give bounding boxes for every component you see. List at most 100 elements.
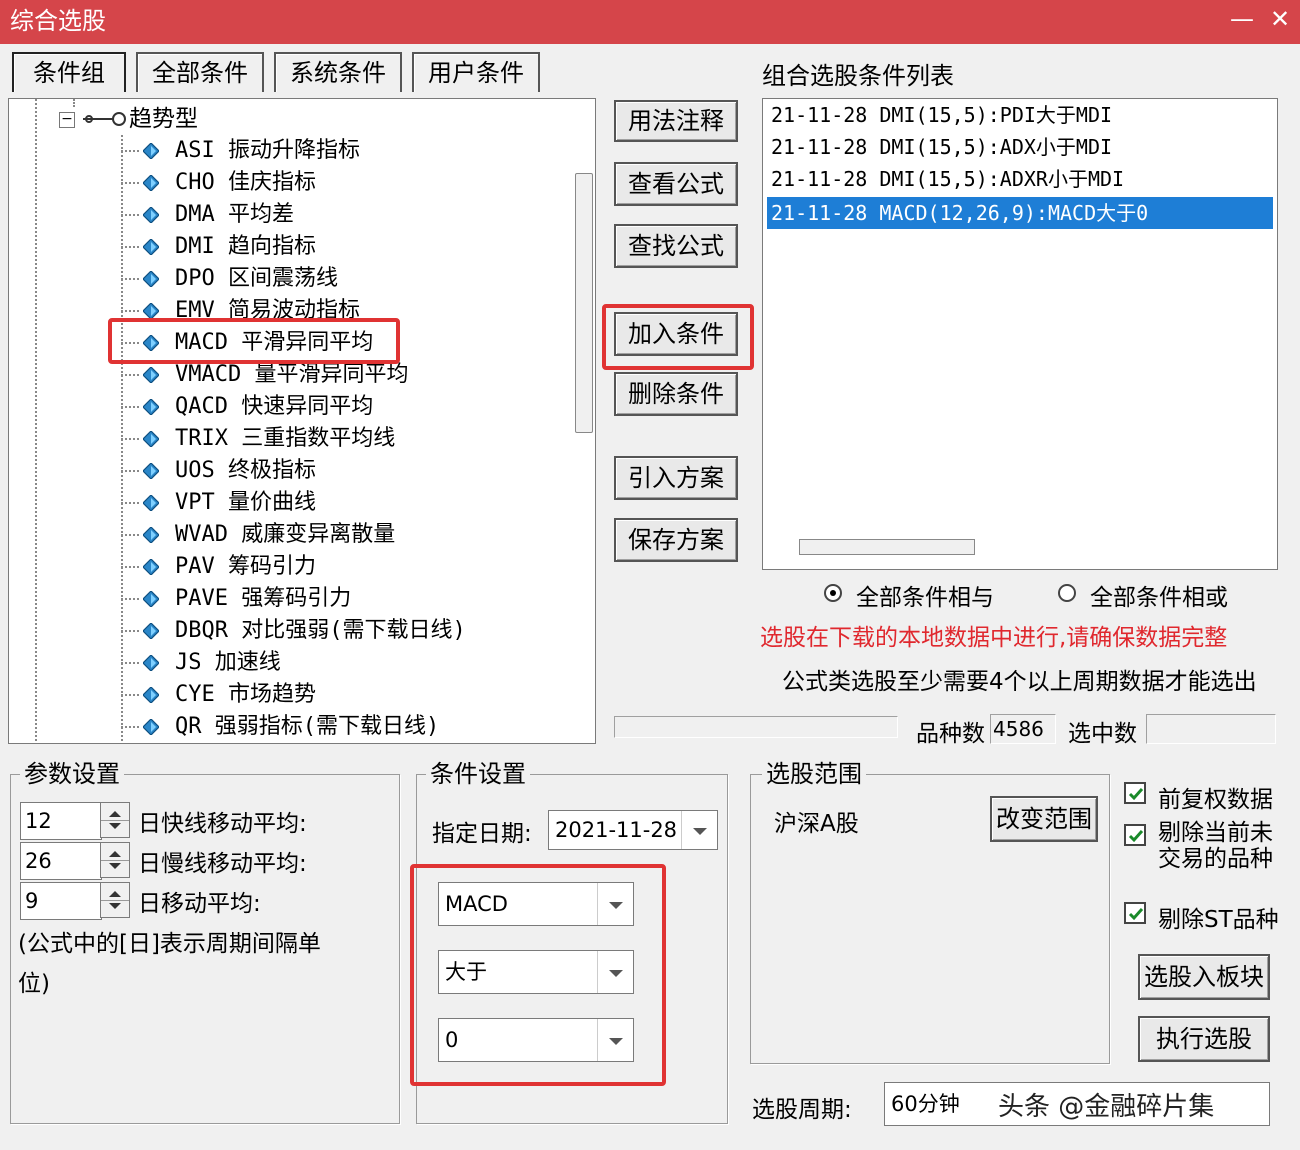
add-condition-button[interactable]: 加入条件 bbox=[614, 312, 738, 356]
exclude-untraded-label-line1: 剔除当前未 bbox=[1158, 820, 1273, 846]
formula-icon bbox=[143, 655, 159, 671]
tree-scrollbar-thumb[interactable] bbox=[575, 173, 593, 433]
tab-condition-group[interactable]: 条件组 bbox=[12, 52, 126, 92]
add-to-block-button[interactable]: 选股入板块 bbox=[1138, 954, 1270, 1000]
date-picker[interactable]: 2021-11-28 bbox=[548, 810, 718, 850]
and-radio[interactable] bbox=[824, 584, 842, 602]
exclude-untraded-label-line2: 交易的品种 bbox=[1158, 846, 1273, 872]
count-label: 品种数 bbox=[916, 721, 985, 747]
exclude-untraded-checkbox[interactable] bbox=[1124, 824, 1146, 846]
condition-list[interactable]: 21-11-28 DMI(15,5):PDI大于MDI 21-11-28 DMI… bbox=[762, 98, 1278, 570]
tree-connector bbox=[121, 662, 139, 664]
condition-row[interactable]: 21-11-28 DMI(15,5):ADXR小于MDI bbox=[767, 163, 1273, 195]
tree-item-label: DPO 区间震荡线 bbox=[175, 266, 338, 291]
tree-item[interactable]: UOS 终极指标 bbox=[9, 455, 569, 487]
tree-item-label: DMI 趋向指标 bbox=[175, 234, 316, 259]
condition-row[interactable]: 21-11-28 DMI(15,5):ADX小于MDI bbox=[767, 131, 1273, 163]
formula-icon bbox=[143, 495, 159, 511]
tree-item-label: JS 加速线 bbox=[175, 650, 281, 675]
signal-ma-label: 日移动平均: bbox=[138, 891, 261, 917]
check-icon bbox=[1128, 830, 1144, 843]
operator-select[interactable]: 大于 bbox=[438, 950, 634, 994]
chevron-down-icon bbox=[609, 1038, 623, 1045]
chevron-down-icon bbox=[609, 902, 623, 909]
save-plan-button[interactable]: 保存方案 bbox=[614, 518, 738, 562]
tree-item-label: DBQR 对比强弱(需下载日线) bbox=[175, 618, 466, 643]
indicator-dropdown-button[interactable] bbox=[597, 883, 633, 925]
tree-connector bbox=[121, 438, 139, 440]
value-select[interactable]: 0 bbox=[438, 1018, 634, 1062]
tree-item[interactable]: PAVE 强筹码引力 bbox=[9, 583, 569, 615]
usage-notes-button[interactable]: 用法注释 bbox=[614, 100, 738, 142]
formula-icon bbox=[143, 239, 159, 255]
tree-connector bbox=[121, 214, 139, 216]
slow-ma-input[interactable]: 26 bbox=[20, 842, 102, 880]
formula-icon bbox=[143, 271, 159, 287]
tree-connector bbox=[121, 470, 139, 472]
tree-item[interactable]: CYE 市场趋势 bbox=[9, 679, 569, 711]
operator-dropdown-button[interactable] bbox=[597, 951, 633, 993]
tree-connector bbox=[121, 598, 139, 600]
tree-item[interactable]: JS 加速线 bbox=[9, 647, 569, 679]
range-group-title: 选股范围 bbox=[762, 760, 866, 788]
period-info-text: 公式类选股至少需要4个以上周期数据才能选出 bbox=[782, 669, 1257, 695]
fast-ma-spinner[interactable] bbox=[100, 802, 130, 838]
formula-icon bbox=[143, 431, 159, 447]
tree-item-label: QACD 快速异同平均 bbox=[175, 394, 374, 419]
slow-ma-spinner[interactable] bbox=[100, 842, 130, 878]
indicator-select[interactable]: MACD bbox=[438, 882, 634, 926]
formula-icon bbox=[143, 719, 159, 735]
indicator-tree[interactable]: − 趋势型 ASI 振动升降指标 CHO 佳庆指标 DMA 平均差 DMI 趋向指标 D… bbox=[8, 98, 596, 744]
delete-condition-button[interactable]: 删除条件 bbox=[614, 372, 738, 416]
find-formula-button[interactable]: 查找公式 bbox=[614, 224, 738, 268]
forward-adjust-checkbox[interactable] bbox=[1124, 782, 1146, 804]
tree-item[interactable]: WVAD 威廉变异离散量 bbox=[9, 519, 569, 551]
or-radio[interactable] bbox=[1058, 584, 1076, 602]
tree-item[interactable]: CHO 佳庆指标 bbox=[9, 167, 569, 199]
collapse-icon[interactable]: − bbox=[59, 112, 75, 128]
formula-icon bbox=[143, 175, 159, 191]
change-range-button[interactable]: 改变范围 bbox=[990, 796, 1098, 842]
chevron-down-icon bbox=[609, 970, 623, 977]
tree-item[interactable]: DPO 区间震荡线 bbox=[9, 263, 569, 295]
group-node-icon bbox=[83, 112, 126, 126]
tree-item[interactable]: QR 强弱指标(需下载日线) bbox=[9, 711, 569, 743]
tab-user-conditions[interactable]: 用户条件 bbox=[412, 52, 540, 92]
execute-button[interactable]: 执行选股 bbox=[1138, 1016, 1270, 1062]
fast-ma-input[interactable]: 12 bbox=[20, 802, 102, 840]
condition-row[interactable]: 21-11-28 DMI(15,5):PDI大于MDI bbox=[767, 99, 1273, 131]
import-plan-button[interactable]: 引入方案 bbox=[614, 456, 738, 500]
signal-ma-spinner[interactable] bbox=[100, 882, 130, 918]
tab-system-conditions[interactable]: 系统条件 bbox=[274, 52, 402, 92]
tree-connector bbox=[121, 278, 139, 280]
signal-ma-input[interactable]: 9 bbox=[20, 882, 102, 920]
tree-item[interactable]: DBQR 对比强弱(需下载日线) bbox=[9, 615, 569, 647]
date-dropdown-button[interactable] bbox=[681, 811, 717, 849]
period-label: 选股周期: bbox=[752, 1097, 852, 1123]
minimize-icon[interactable]: — bbox=[1226, 2, 1258, 38]
tree-item[interactable]: ASI 振动升降指标 bbox=[9, 135, 569, 167]
tree-item[interactable]: DMI 趋向指标 bbox=[9, 231, 569, 263]
watermark: 头条 @金融碎片集 bbox=[998, 1092, 1215, 1122]
formula-icon bbox=[143, 623, 159, 639]
highlight-macd-item bbox=[108, 318, 400, 364]
tree-item[interactable]: QACD 快速异同平均 bbox=[9, 391, 569, 423]
tab-all-conditions[interactable]: 全部条件 bbox=[136, 52, 264, 92]
tree-item[interactable]: DMA 平均差 bbox=[9, 199, 569, 231]
tree-item[interactable]: VPT 量价曲线 bbox=[9, 487, 569, 519]
tree-connector bbox=[121, 566, 139, 568]
view-formula-button[interactable]: 查看公式 bbox=[614, 162, 738, 206]
tree-item[interactable]: TRIX 三重指数平均线 bbox=[9, 423, 569, 455]
close-icon[interactable]: ✕ bbox=[1264, 2, 1296, 38]
data-warning-text: 选股在下载的本地数据中进行,请确保数据完整 bbox=[760, 625, 1228, 651]
selected-count-value bbox=[1146, 714, 1276, 744]
tree-item[interactable]: PAV 筹码引力 bbox=[9, 551, 569, 583]
tree-item-label: PAV 筹码引力 bbox=[175, 554, 316, 579]
value-dropdown-button[interactable] bbox=[597, 1019, 633, 1061]
formula-icon bbox=[143, 591, 159, 607]
tree-connector bbox=[121, 630, 139, 632]
tree-group-trend[interactable]: − 趋势型 bbox=[9, 103, 309, 135]
condition-row-selected[interactable]: 21-11-28 MACD(12,26,9):MACD大于0 bbox=[767, 197, 1273, 229]
list-horizontal-scrollbar[interactable] bbox=[799, 539, 975, 555]
exclude-st-checkbox[interactable] bbox=[1124, 902, 1146, 924]
